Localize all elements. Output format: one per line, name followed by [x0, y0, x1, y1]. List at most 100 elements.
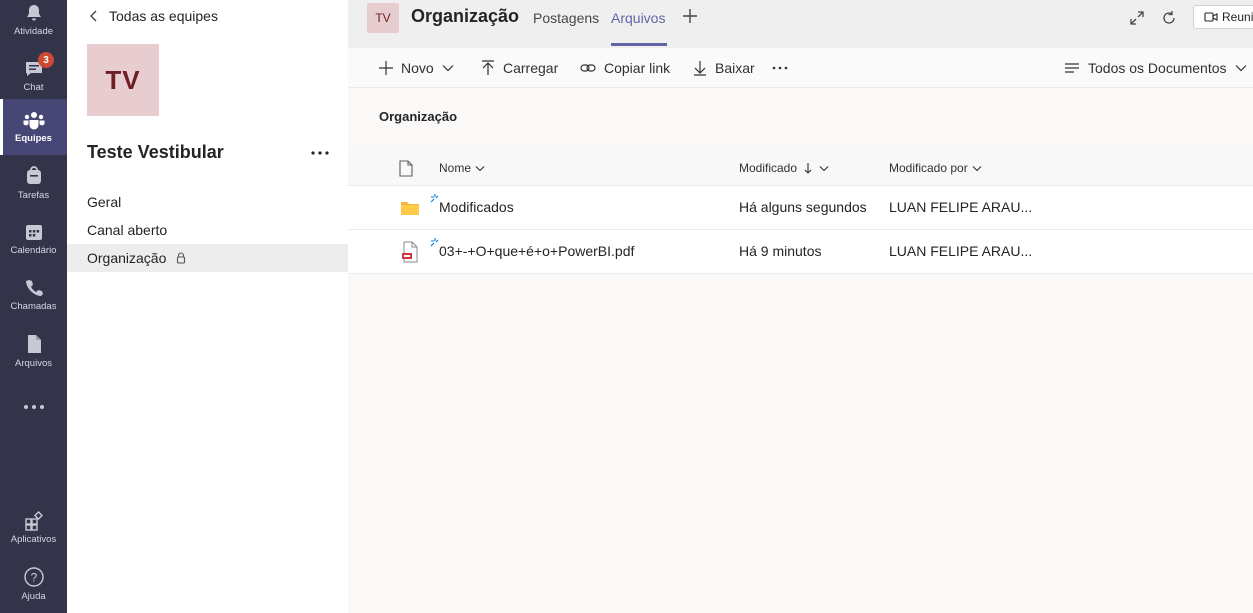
- files-toolbar: Novo Carregar Copiar link Baixar Todos o…: [348, 48, 1253, 88]
- view-label: Todos os Documentos: [1088, 60, 1227, 76]
- column-name-label: Nome: [439, 161, 472, 175]
- chevron-left-icon: [90, 10, 97, 22]
- rail-label: Chamadas: [10, 301, 57, 312]
- folder-icon: [398, 196, 422, 220]
- copy-link-button[interactable]: Copiar link: [580, 58, 670, 78]
- download-label: Baixar: [715, 60, 755, 76]
- add-tab-button[interactable]: [682, 7, 698, 27]
- channel-header: TV Organização Postagens Arquivos Reunir: [348, 0, 1253, 48]
- file-name[interactable]: Modificados: [439, 199, 514, 215]
- file-modified-by: LUAN FELIPE ARAU...: [889, 243, 1033, 259]
- lock-icon: [176, 252, 186, 264]
- file-name[interactable]: 03+-+O+que+é+o+PowerBI.pdf: [439, 243, 634, 259]
- rail-label: Arquivos: [15, 358, 52, 369]
- rail-calls[interactable]: Chamadas: [0, 267, 67, 323]
- file-type-icon[interactable]: [399, 160, 413, 182]
- rail-chat[interactable]: 3 Chat: [0, 48, 67, 104]
- rail-label: Equipes: [15, 133, 52, 144]
- video-camera-icon: [1204, 12, 1218, 22]
- rail-tasks[interactable]: Tarefas: [0, 155, 67, 211]
- active-tab-indicator: [611, 43, 667, 46]
- table-row[interactable]: Modificados Há alguns segundos LUAN FELI…: [348, 186, 1253, 230]
- arrow-down-icon: [804, 163, 812, 174]
- bag-icon: [26, 166, 41, 184]
- chevron-down-icon: [442, 65, 454, 72]
- download-button[interactable]: Baixar: [693, 58, 755, 78]
- file-modified: Há alguns segundos: [739, 199, 867, 215]
- svg-text:?: ?: [30, 571, 37, 585]
- rail-more[interactable]: [0, 379, 67, 435]
- channel-organizacao[interactable]: Organização: [67, 244, 348, 272]
- rail-label: Aplicativos: [10, 534, 57, 545]
- plus-icon: [379, 61, 393, 75]
- rail-activity[interactable]: Atividade: [0, 0, 67, 48]
- meet-label: Reunir: [1222, 10, 1253, 24]
- breadcrumb[interactable]: Organização: [379, 109, 457, 124]
- channel-label: Geral: [87, 194, 122, 210]
- refresh-button[interactable]: [1159, 8, 1179, 28]
- table-row[interactable]: 03+-+O+que+é+o+PowerBI.pdf Há 9 minutos …: [348, 230, 1253, 274]
- file-modified-by: LUAN FELIPE ARAU...: [889, 199, 1033, 215]
- column-modified-by-label: Modificado por: [889, 161, 968, 175]
- rail-label: Ajuda: [21, 591, 46, 602]
- link-icon: [580, 64, 596, 72]
- rail-files[interactable]: Arquivos: [0, 323, 67, 379]
- list-icon: [1065, 63, 1079, 73]
- bell-icon: [26, 5, 41, 21]
- rail-help[interactable]: ? Ajuda: [0, 556, 67, 612]
- back-to-teams-link[interactable]: Todas as equipes: [87, 6, 218, 26]
- column-modified[interactable]: Modificado: [739, 161, 829, 175]
- expand-icon: [1130, 11, 1144, 25]
- rail-label: Atividade: [13, 26, 54, 37]
- upload-label: Carregar: [503, 60, 559, 76]
- column-modified-by[interactable]: Modificado por: [889, 161, 982, 175]
- rail-calendar[interactable]: Calendário: [0, 211, 67, 267]
- more-icon: [23, 405, 44, 409]
- column-modified-label: Modificado: [739, 161, 798, 175]
- copy-link-label: Copiar link: [604, 60, 671, 76]
- rail-apps[interactable]: Aplicativos: [0, 500, 67, 556]
- team-avatar: TV: [87, 44, 159, 116]
- apps-icon: [24, 511, 43, 531]
- rail-label: Calendário: [10, 245, 57, 256]
- files-content: Organização Nome Modificado Modificado p…: [348, 88, 1253, 613]
- teams-icon: [23, 112, 44, 130]
- channel-canal-aberto[interactable]: Canal aberto: [67, 216, 348, 244]
- tab-arquivos[interactable]: Arquivos: [611, 10, 665, 26]
- new-label: Novo: [401, 60, 434, 76]
- expand-button[interactable]: [1127, 8, 1147, 28]
- rail-teams[interactable]: Equipes: [0, 99, 67, 155]
- file-icon: [27, 335, 41, 353]
- pdf-file-icon: [398, 240, 422, 264]
- app-rail: Atividade 3 Chat Equipes Tarefas Calendá…: [0, 0, 67, 613]
- header-team-avatar: TV: [367, 3, 399, 33]
- channel-title: Organização: [411, 6, 520, 26]
- channel-label: Canal aberto: [87, 222, 168, 238]
- team-panel: Todas as equipes TV Teste Vestibular Ger…: [67, 0, 348, 613]
- team-more-options-button[interactable]: [309, 142, 331, 162]
- files-table: Nome Modificado Modificado por Modificad…: [348, 150, 1253, 274]
- tab-postagens[interactable]: Postagens: [533, 10, 599, 26]
- chat-badge: 3: [38, 52, 54, 68]
- chevron-down-icon: [972, 165, 982, 171]
- upload-icon: [482, 60, 494, 75]
- channel-geral[interactable]: Geral: [67, 188, 348, 216]
- more-actions-button[interactable]: [772, 58, 796, 78]
- new-button[interactable]: Novo: [379, 58, 454, 78]
- upload-button[interactable]: Carregar: [481, 58, 558, 78]
- download-icon: [694, 61, 706, 76]
- channel-label: Organização: [87, 250, 167, 266]
- chevron-down-icon: [1235, 65, 1246, 72]
- view-selector[interactable]: Todos os Documentos: [1064, 58, 1247, 78]
- main-area: TV Organização Postagens Arquivos Reunir…: [348, 0, 1253, 613]
- plus-icon: [683, 9, 697, 23]
- meet-button[interactable]: Reunir: [1193, 5, 1253, 29]
- back-label: Todas as equipes: [109, 8, 218, 24]
- more-horizontal-icon: [311, 151, 329, 155]
- chevron-down-icon: [819, 165, 829, 171]
- column-name[interactable]: Nome: [439, 161, 485, 175]
- help-icon: ?: [23, 567, 44, 587]
- team-name: Teste Vestibular: [87, 142, 224, 162]
- rail-label: Chat: [23, 82, 44, 93]
- chevron-down-icon: [475, 165, 485, 171]
